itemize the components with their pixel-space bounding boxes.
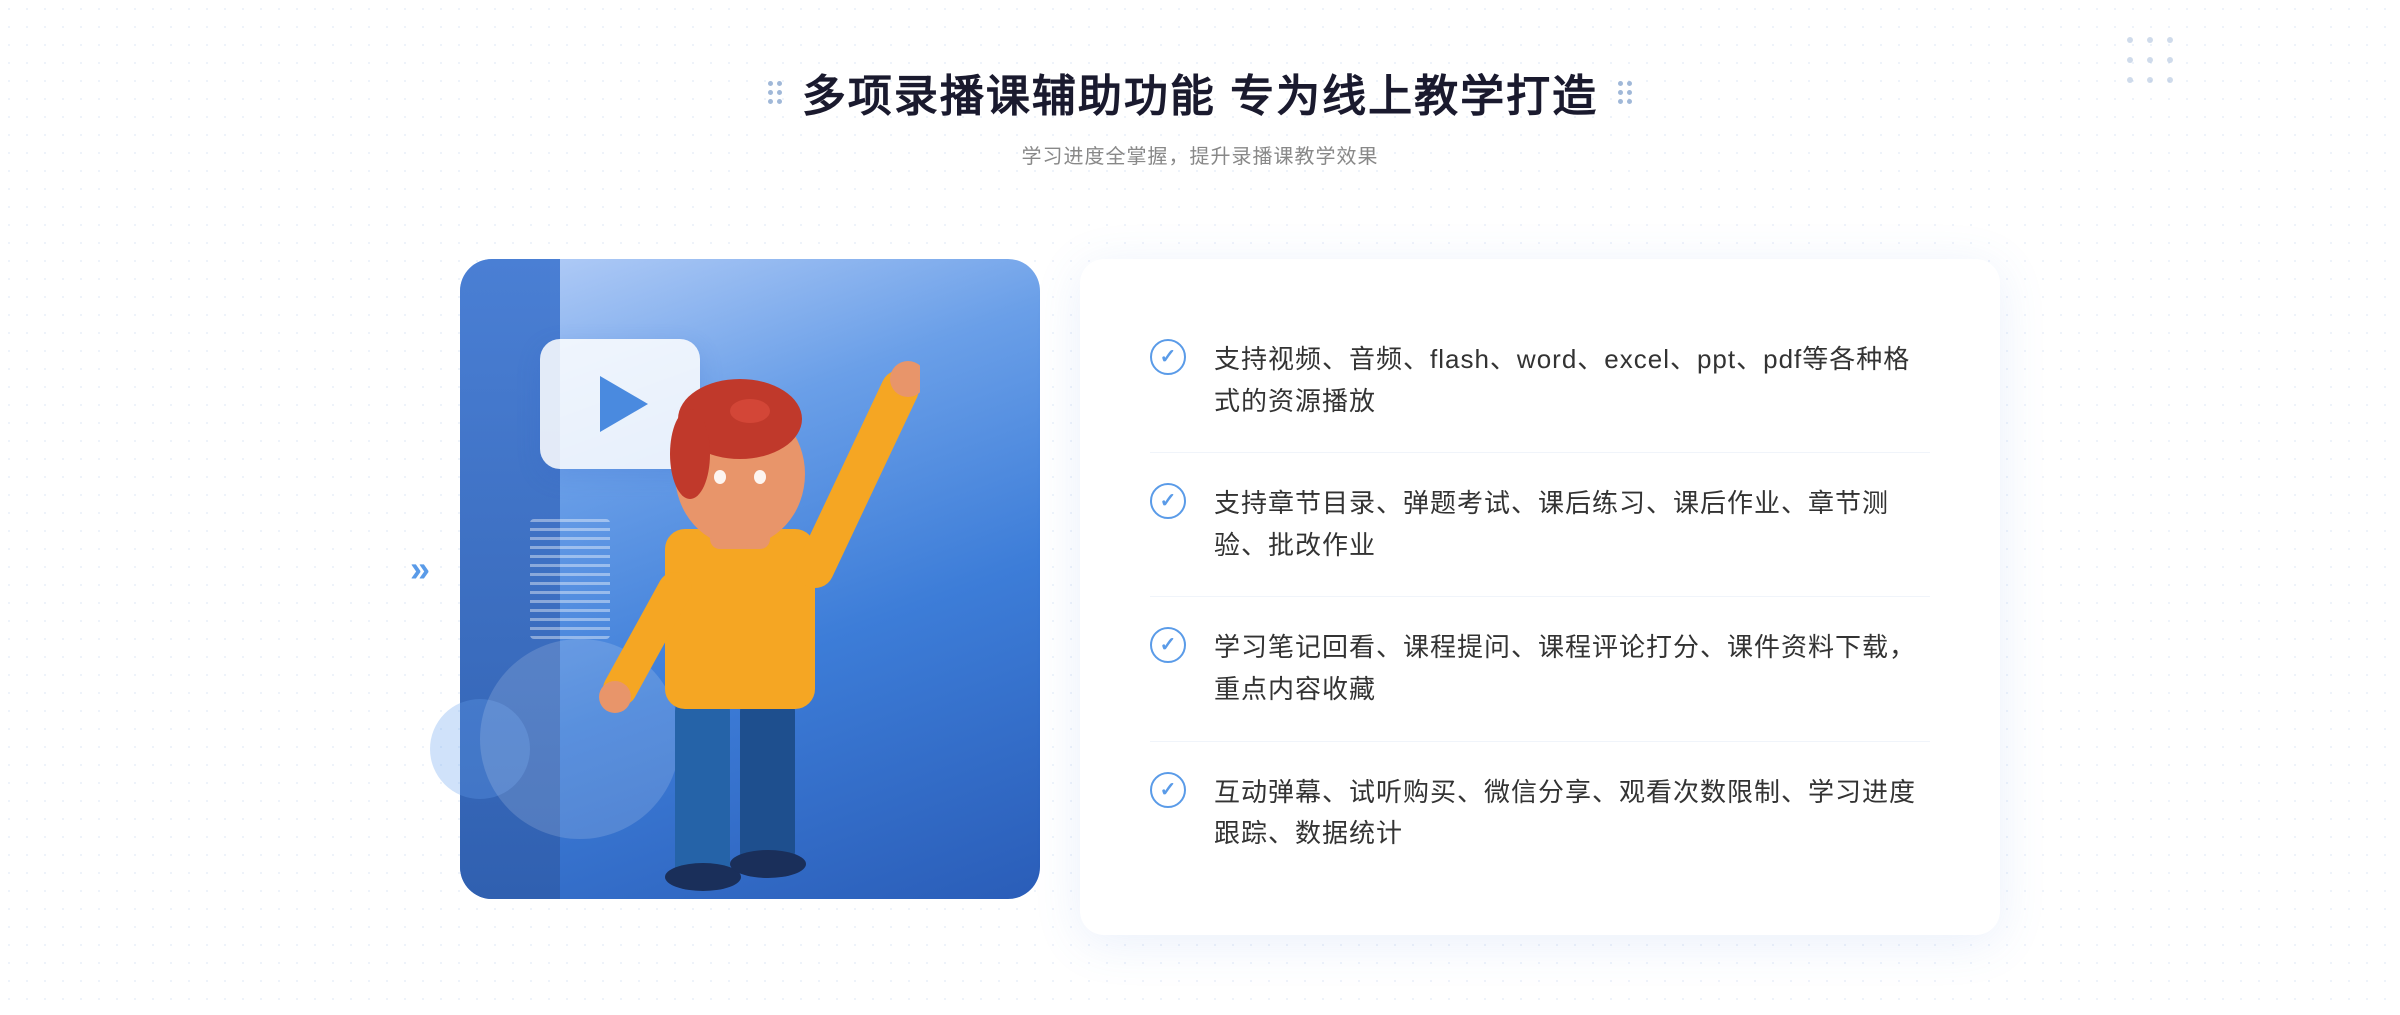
left-chevrons: » — [410, 551, 430, 587]
feature-text-1: 支持视频、音频、flash、word、excel、ppt、pdf等各种格式的资源… — [1214, 339, 1930, 422]
check-mark-4: ✓ — [1160, 780, 1177, 800]
feature-item-1: ✓ 支持视频、音频、flash、word、excel、ppt、pdf等各种格式的… — [1150, 309, 1930, 453]
page-wrapper: 多项录播课辅助功能 专为线上教学打造 — [0, 0, 2400, 1015]
feature-item-3: ✓ 学习笔记回看、课程提问、课程评论打分、课件资料下载，重点内容收藏 — [1150, 597, 1930, 741]
chevron-icon: » — [410, 548, 430, 589]
feature-text-3: 学习笔记回看、课程提问、课程评论打分、课件资料下载，重点内容收藏 — [1214, 627, 1930, 710]
check-icon-4: ✓ — [1150, 772, 1186, 808]
deco-dots-left — [768, 81, 782, 104]
feature-item-2: ✓ 支持章节目录、弹题考试、课后练习、课后作业、章节测验、批改作业 — [1150, 453, 1930, 597]
title-deco-left — [768, 81, 782, 104]
feature-text-2: 支持章节目录、弹题考试、课后练习、课后作业、章节测验、批改作业 — [1214, 483, 1930, 566]
feature-item-4: ✓ 互动弹幕、试听购买、微信分享、观看次数限制、学习进度跟踪、数据统计 — [1150, 742, 1930, 885]
check-icon-2: ✓ — [1150, 483, 1186, 519]
check-icon-1: ✓ — [1150, 339, 1186, 375]
check-mark-2: ✓ — [1160, 491, 1177, 511]
title-row: 多项录播课辅助功能 专为线上教学打造 — [768, 60, 1632, 124]
features-panel: ✓ 支持视频、音频、flash、word、excel、ppt、pdf等各种格式的… — [1080, 259, 2000, 935]
check-mark-1: ✓ — [1160, 347, 1177, 367]
deco-dots-right — [1618, 81, 1632, 104]
feature-text-4: 互动弹幕、试听购买、微信分享、观看次数限制、学习进度跟踪、数据统计 — [1214, 772, 1930, 855]
header-section: 多项录播课辅助功能 专为线上教学打造 — [768, 60, 1632, 169]
main-title: 多项录播课辅助功能 专为线上教学打造 — [802, 60, 1598, 124]
dot-decoration-tr — [2120, 30, 2240, 110]
subtitle: 学习进度全掌握，提升录播课教学效果 — [768, 140, 1632, 169]
title-deco-right — [1618, 81, 1632, 104]
person-figure — [520, 299, 920, 919]
content-section: » ✓ 支持视频、音频、flash、word、excel、ppt、pdf等各种格… — [400, 219, 2000, 935]
illustration-area: » — [400, 219, 1080, 919]
check-mark-3: ✓ — [1160, 635, 1177, 655]
check-icon-3: ✓ — [1150, 627, 1186, 663]
